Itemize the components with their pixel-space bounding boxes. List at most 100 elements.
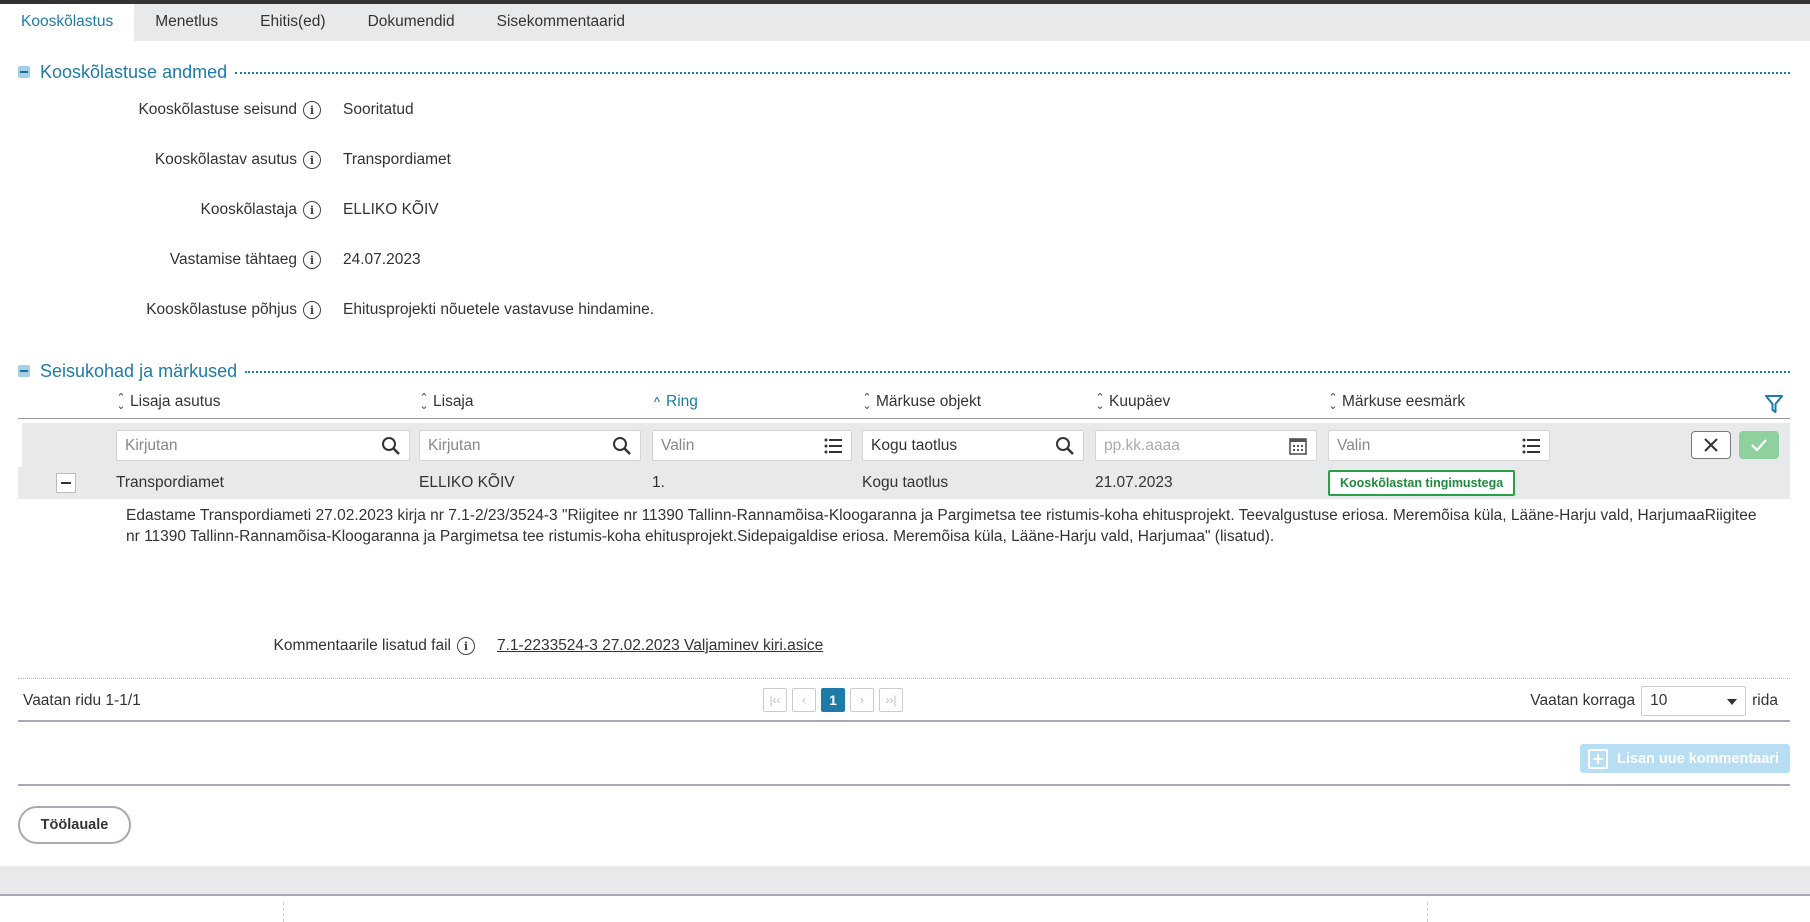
first-page-button[interactable]: |‹‹ [763, 688, 787, 712]
info-icon[interactable]: i [457, 637, 475, 655]
per-page-label: Vaatan korraga [1530, 692, 1636, 709]
search-icon [613, 437, 631, 455]
filter-icon[interactable] [1764, 393, 1784, 415]
cell-kuupaev: 21.07.2023 [1095, 474, 1173, 491]
tab-sisekommentaarid[interactable]: Sisekommentaarid [476, 4, 646, 41]
section-divider [245, 371, 1790, 373]
tab-dokumendid[interactable]: Dokumendid [347, 4, 476, 41]
table-header: ⌃ ⌄ Lisaja asutus ⌃ ⌄ Lisaja ^ Ring ⌃ ⌄ Märkuse… [18, 391, 1790, 419]
field-seisund: Kooskõlastuse seisund i Sooritatud [0, 98, 900, 122]
info-icon[interactable]: i [303, 251, 321, 269]
divider [18, 678, 1790, 679]
plus-icon [1588, 748, 1608, 769]
info-icon[interactable]: i [303, 301, 321, 319]
chevron-down-icon [1727, 699, 1738, 705]
info-icon[interactable]: i [303, 151, 321, 169]
page-button[interactable]: 1 [821, 688, 845, 712]
filter-kuupaev-input[interactable]: pp.kk.aaaa [1095, 430, 1317, 461]
field-kooskolastaja: Kooskõlastaja i ELLIKO KÕIV [0, 198, 900, 222]
sort-icon: ⌃ ⌄ [1328, 392, 1338, 412]
back-to-dashboard-button[interactable]: Töölauale [18, 806, 131, 844]
tab-kooskolastus[interactable]: Kooskõlastus [0, 4, 135, 41]
info-icon[interactable]: i [303, 201, 321, 219]
column-header-markuse-eesmark[interactable]: ⌃ ⌄ Märkuse eesmärk [1328, 392, 1465, 412]
collapse-icon[interactable] [18, 66, 30, 78]
column-header-ring[interactable]: ^ Ring [652, 393, 698, 411]
column-header-markuse-objekt[interactable]: ⌃ ⌄ Märkuse objekt [862, 392, 981, 412]
prev-page-button[interactable]: ‹ [792, 688, 816, 712]
footer-strip [0, 898, 1810, 922]
field-value: 24.07.2023 [343, 251, 421, 268]
sort-icon: ⌃ ⌄ [116, 392, 126, 412]
info-icon[interactable]: i [303, 101, 321, 119]
field-label: Vastamise tähtaeg [169, 251, 297, 268]
column-header-lisaja-asutus[interactable]: ⌃ ⌄ Lisaja asutus [116, 392, 220, 412]
cell-lisaja-asutus: Transpordiamet [116, 474, 224, 491]
sort-icon: ⌃ ⌄ [1095, 392, 1105, 412]
footer-band [0, 866, 1810, 896]
field-label: Kooskõlastuse põhjus [146, 301, 297, 318]
section-divider [235, 72, 1790, 74]
attachment-label: Kommentaarile lisatud fail [273, 637, 451, 654]
per-page-suffix: rida [1752, 692, 1778, 709]
pager-buttons: |‹‹ ‹ 1 › ››| [763, 688, 903, 712]
cell-lisaja: ELLIKO KÕIV [419, 474, 515, 491]
attachment-link[interactable]: 7.1-2233524-3 27.02.2023 Valjaminev kiri… [497, 637, 823, 655]
collapse-icon[interactable] [18, 365, 30, 377]
attachment-row: Kommentaarile lisatud fail i 7.1-2233524-… [0, 634, 900, 658]
field-value: Ehitusprojekti nõuetele vastavuse hindam… [343, 301, 655, 318]
sort-icon: ⌃ ⌄ [419, 392, 429, 412]
field-pohjus: Kooskõlastuse põhjus i Ehitusprojekti nõu… [0, 298, 900, 322]
filter-lisaja-asutus-input[interactable]: Kirjutan [116, 430, 410, 461]
per-page-select[interactable]: 10 [1641, 686, 1747, 716]
column-header-lisaja[interactable]: ⌃ ⌄ Lisaja [419, 392, 473, 412]
divider [18, 720, 1790, 722]
pager-info: Vaatan ridu 1-1/1 [23, 692, 141, 709]
tab-menetlus[interactable]: Menetlus [134, 4, 239, 41]
tab-bar: Kooskõlastus Menetlus Ehitis(ed) Dokumen… [0, 4, 1810, 41]
field-value: Transpordiamet [343, 151, 451, 168]
section-header-kooskolastuse-andmed: Kooskõlastuse andmed [18, 60, 1790, 84]
divider [283, 902, 284, 922]
divider [1427, 902, 1428, 922]
filter-markuse-objekt-input[interactable]: Kogu taotlus [862, 430, 1084, 461]
search-icon [382, 437, 400, 455]
section-title: Seisukohad ja märkused [40, 360, 238, 381]
section-title: Kooskõlastuse andmed [40, 61, 228, 82]
sort-asc-icon: ^ [653, 396, 661, 408]
list-icon [824, 438, 842, 454]
field-label: Kooskõlastav asutus [154, 151, 297, 168]
sort-icon: ⌃ ⌄ [862, 392, 872, 412]
apply-filter-button[interactable] [1739, 431, 1779, 459]
table-row[interactable]: Transpordiamet ELLIKO KÕIV 1. Kogu taotl… [18, 467, 1790, 499]
check-icon [1751, 439, 1767, 452]
filter-lisaja-input[interactable]: Kirjutan [419, 430, 641, 461]
status-badge: Kooskõlastan tingimustega [1328, 470, 1516, 496]
add-comment-button[interactable]: Lisan uue kommentaari [1580, 744, 1790, 773]
tab-ehitised[interactable]: Ehitis(ed) [239, 4, 346, 41]
per-page: Vaatan korraga 10 rida [1530, 686, 1778, 716]
close-icon [1704, 438, 1718, 452]
comment-text: Edastame Transpordiameti 27.02.2023 kirj… [126, 507, 1757, 545]
collapse-row-button[interactable] [56, 473, 76, 493]
pagination: Vaatan ridu 1-1/1 |‹‹ ‹ 1 › ››| Vaatan k… [18, 686, 1790, 716]
cell-markuse-objekt: Kogu taotlus [862, 474, 949, 491]
clear-filter-button[interactable] [1691, 431, 1731, 459]
divider [18, 784, 1790, 786]
field-tahtaeg: Vastamise tähtaeg i 24.07.2023 [0, 248, 900, 272]
field-label: Kooskõlastaja [200, 201, 297, 218]
filter-ring-select[interactable]: Valin [652, 430, 852, 461]
column-header-kuupaev[interactable]: ⌃ ⌄ Kuupäev [1095, 392, 1170, 412]
filter-row: Kirjutan Kirjutan Valin Kogu taotlus pp.… [22, 423, 1790, 467]
filter-markuse-eesmark-select[interactable]: Valin [1328, 430, 1550, 461]
search-icon [1056, 437, 1074, 455]
calendar-icon [1289, 438, 1307, 455]
list-icon [1522, 438, 1540, 454]
field-value: Sooritatud [343, 101, 414, 118]
next-page-button[interactable]: › [850, 688, 874, 712]
last-page-button[interactable]: ››| [879, 688, 903, 712]
section-header-seisukohad: Seisukohad ja märkused [18, 359, 1790, 383]
field-label: Kooskõlastuse seisund [138, 101, 297, 118]
cell-ring: 1. [652, 474, 665, 491]
field-asutus: Kooskõlastav asutus i Transpordiamet [0, 148, 900, 172]
